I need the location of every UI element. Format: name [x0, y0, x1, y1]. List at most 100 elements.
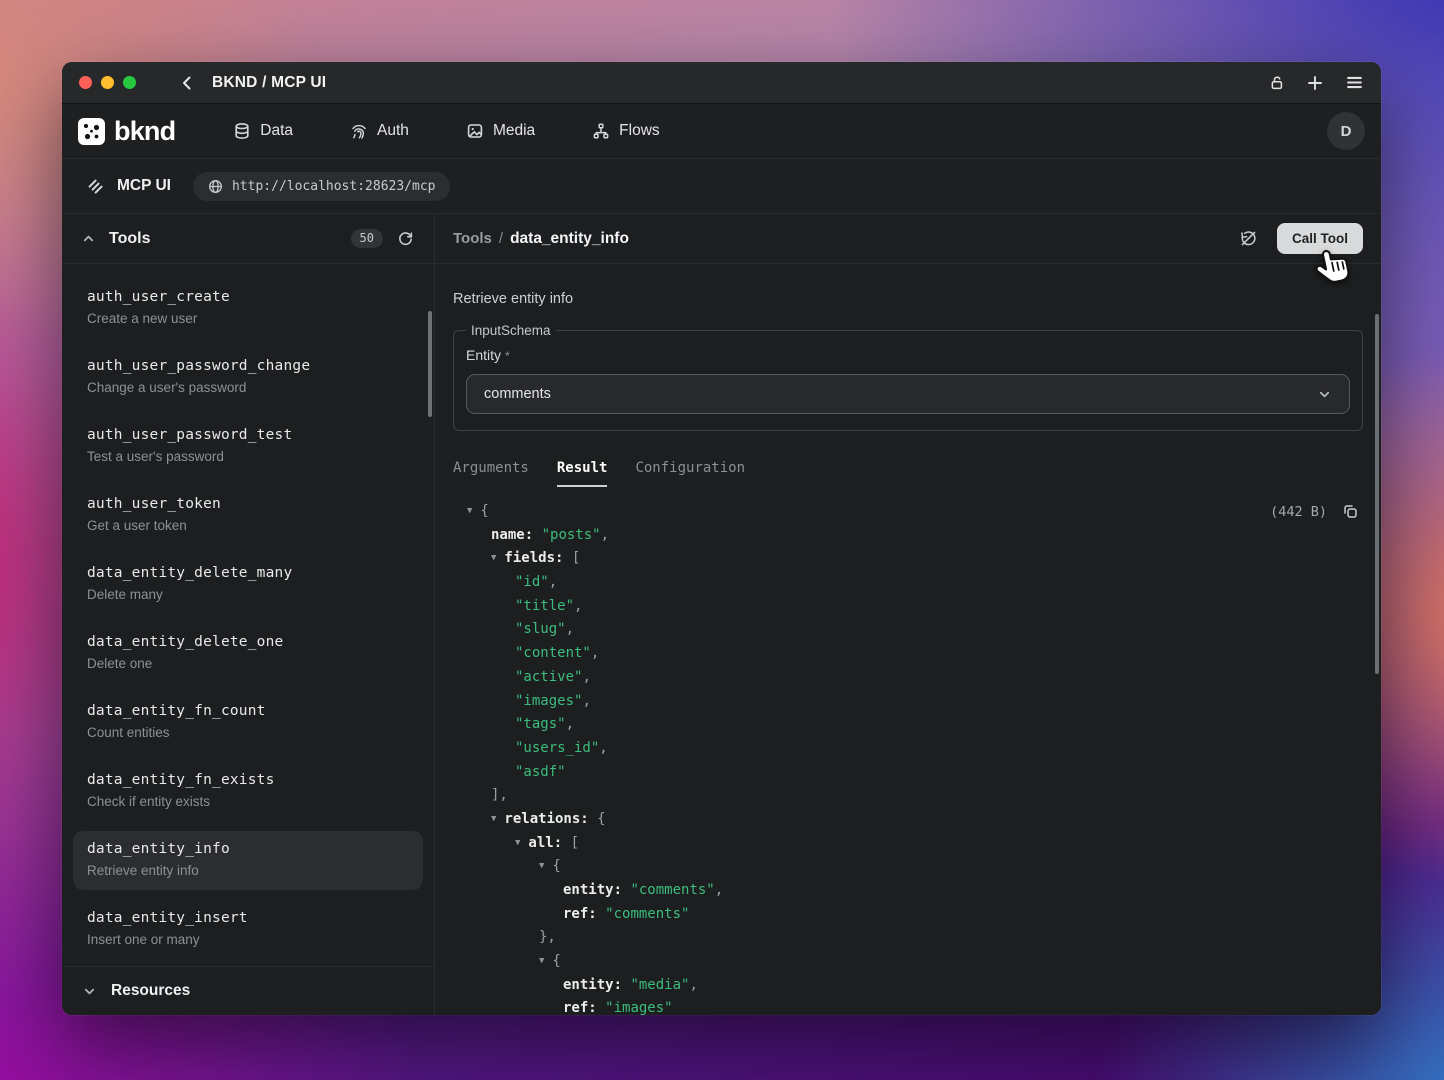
image-icon — [466, 122, 484, 140]
json-punctuation: , — [689, 977, 697, 993]
json-line: ref: "images" — [453, 997, 1363, 1015]
tool-detail-header: Tools / data_entity_info Call Tool — [435, 214, 1381, 264]
nav-item-auth[interactable]: Auth — [350, 122, 409, 140]
json-line: ▼all: [ — [453, 832, 1363, 856]
breadcrumb-separator: / — [499, 230, 503, 247]
json-key: relations: — [504, 811, 588, 827]
page-title: MCP UI — [117, 177, 171, 195]
nav-item-label: Auth — [377, 122, 409, 140]
json-string-value: "slug" — [515, 621, 566, 637]
main-nav: Data Auth Media Flows — [233, 122, 659, 140]
sidebar-tool-item-auth_user_password_test[interactable]: auth_user_password_testTest a user's pas… — [73, 417, 423, 476]
unlock-icon[interactable] — [1268, 74, 1285, 91]
json-punctuation: , — [601, 527, 609, 543]
tool-item-description: Change a user's password — [87, 380, 409, 395]
input-schema-legend: InputSchema — [466, 323, 556, 338]
user-avatar[interactable]: D — [1327, 112, 1365, 150]
mcp-url: http://localhost:28623/mcp — [232, 179, 436, 194]
json-punctuation: ], — [491, 787, 508, 803]
tool-item-name: auth_user_token — [87, 496, 409, 512]
content-area: Tools 50 auth_user_createCreate a new us… — [62, 213, 1381, 1015]
json-line: ], — [453, 784, 1363, 808]
json-result-viewer: (442 B) ▼{name: "posts",▼fields: ["id","… — [453, 500, 1363, 1015]
json-string-value: "tags" — [515, 716, 566, 732]
expand-triangle-icon[interactable]: ▼ — [515, 832, 520, 856]
desktop-background: BKND / MCP UI bknd DataAut — [0, 0, 1444, 1080]
new-tab-plus-icon[interactable] — [1306, 74, 1324, 92]
json-punctuation: { — [552, 858, 560, 874]
json-line: entity: "comments", — [453, 879, 1363, 903]
brand-logo[interactable]: bknd — [78, 116, 175, 147]
json-punctuation: , — [566, 716, 574, 732]
zoom-window-button[interactable] — [123, 76, 136, 89]
back-icon[interactable] — [178, 74, 196, 92]
json-line: "content", — [453, 642, 1363, 666]
json-punctuation: , — [574, 598, 582, 614]
close-window-button[interactable] — [79, 76, 92, 89]
mcp-url-pill[interactable]: http://localhost:28623/mcp — [193, 172, 451, 201]
bknd-logo-icon — [78, 118, 105, 145]
menu-icon[interactable] — [1345, 73, 1364, 92]
breadcrumb-section[interactable]: Tools — [453, 230, 492, 247]
tool-item-name: data_entity_delete_one — [87, 634, 409, 650]
expand-triangle-icon[interactable]: ▼ — [491, 808, 496, 832]
chevron-down-icon[interactable] — [83, 985, 96, 998]
history-off-icon[interactable] — [1239, 229, 1258, 248]
sidebar-scrollbar[interactable] — [428, 311, 432, 417]
nav-item-media[interactable]: Media — [466, 122, 535, 140]
sidebar-tool-item-data_entity_fn_count[interactable]: data_entity_fn_count Count entities — [73, 693, 423, 752]
sidebar-tool-item-data_entity_delete_one[interactable]: data_entity_delete_one Delete one — [73, 624, 423, 683]
sidebar-tool-item-auth_user_token[interactable]: auth_user_tokenGet a user token — [73, 486, 423, 545]
sidebar-tool-item-data_entity_insert[interactable]: data_entity_insertInsert one or many — [73, 900, 423, 959]
json-key: name: — [491, 527, 533, 543]
json-line: ref: "comments" — [453, 903, 1363, 927]
resources-section-label: Resources — [111, 982, 190, 1000]
database-icon — [233, 122, 251, 140]
tool-item-description: Test a user's password — [87, 449, 409, 464]
window-title: BKND / MCP UI — [212, 74, 326, 92]
json-line: ▼{ — [453, 950, 1363, 974]
json-line: "asdf" — [453, 761, 1363, 785]
json-string-value: "posts" — [542, 527, 601, 543]
sidebar-tool-item-data_entity_fn_exists[interactable]: data_entity_fn_existsCheck if entity exi… — [73, 762, 423, 821]
tab-arguments[interactable]: Arguments — [453, 460, 529, 487]
input-schema-fieldset: InputSchema Entity* comments — [453, 323, 1363, 431]
tool-description: Retrieve entity info — [453, 291, 1363, 307]
main-scrollbar[interactable] — [1375, 314, 1379, 674]
refresh-icon[interactable] — [397, 230, 414, 247]
tool-item-description: Count entities — [87, 725, 409, 740]
expand-triangle-icon[interactable]: ▼ — [539, 950, 544, 974]
nav-item-flows[interactable]: Flows — [592, 122, 659, 140]
entity-field-label: Entity* — [466, 347, 1350, 363]
mouse-cursor-hand — [1312, 245, 1354, 291]
chevron-up-icon[interactable] — [82, 232, 95, 245]
tools-section-header[interactable]: Tools 50 — [62, 214, 434, 264]
sidebar-tool-item-auth_user_create[interactable]: auth_user_createCreate a new user — [73, 279, 423, 338]
json-punctuation: { — [480, 503, 488, 519]
json-line: ▼fields: [ — [453, 547, 1363, 571]
tool-item-description: Delete one — [87, 656, 409, 671]
expand-triangle-icon[interactable]: ▼ — [491, 547, 496, 571]
entity-select[interactable]: comments — [466, 374, 1350, 414]
expand-triangle-icon[interactable]: ▼ — [467, 500, 472, 524]
json-line: entity: "media", — [453, 974, 1363, 998]
json-line: ▼{ — [453, 855, 1363, 879]
brand-name: bknd — [114, 116, 175, 147]
tab-result[interactable]: Result — [557, 460, 608, 487]
tools-sidebar: Tools 50 auth_user_createCreate a new us… — [62, 214, 435, 1015]
entity-select-value: comments — [484, 386, 551, 402]
tool-item-name: data_entity_fn_count — [87, 703, 409, 719]
sidebar-tool-item-auth_user_password_change[interactable]: auth_user_password_changeChange a user's… — [73, 348, 423, 407]
json-string-value: "id" — [515, 574, 549, 590]
expand-triangle-icon[interactable]: ▼ — [539, 855, 544, 879]
json-punctuation: , — [549, 574, 557, 590]
sidebar-tool-item-data_entity_delete_many[interactable]: data_entity_delete_manyDelete many — [73, 555, 423, 614]
copy-icon[interactable] — [1342, 503, 1359, 520]
json-punctuation: }, — [539, 929, 556, 945]
resources-section-header[interactable]: Resources — [62, 966, 434, 1015]
minimize-window-button[interactable] — [101, 76, 114, 89]
nav-item-data[interactable]: Data — [233, 122, 293, 140]
tab-configuration[interactable]: Configuration — [635, 460, 745, 487]
json-punctuation: , — [566, 621, 574, 637]
sidebar-tool-item-data_entity_info[interactable]: data_entity_infoRetrieve entity info — [73, 831, 423, 890]
